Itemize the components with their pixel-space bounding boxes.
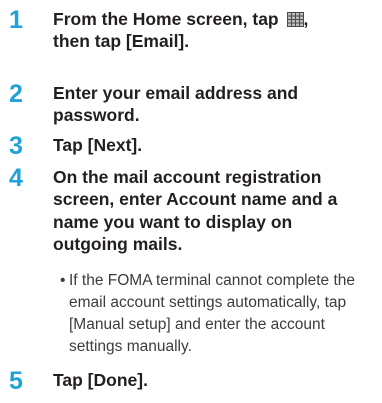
step-text: Tap [Done]. bbox=[53, 370, 148, 390]
note-bullet: • bbox=[60, 272, 66, 289]
step-number: 2 bbox=[9, 80, 23, 108]
step-text-line2: then tap [Email]. bbox=[53, 31, 190, 52]
manual-page: { "steps": [ { "number": "1", "text_befo… bbox=[0, 0, 382, 403]
step-number: 1 bbox=[9, 6, 23, 34]
app-grid-icon bbox=[286, 10, 304, 27]
step-number: 4 bbox=[9, 164, 23, 192]
step-number: 3 bbox=[9, 132, 23, 160]
step-note: • If the FOMA terminal cannot complete t… bbox=[60, 270, 382, 358]
step-text: Enter your email address and password. bbox=[53, 83, 299, 126]
step-text: From the Home screen, tap , then tap [Em… bbox=[53, 8, 379, 53]
step-text-part: From the Home screen, tap bbox=[53, 9, 279, 29]
step-text: On the mail account registration screen,… bbox=[53, 167, 338, 255]
step-number: 5 bbox=[9, 367, 23, 395]
note-text: If the FOMA terminal cannot complete the… bbox=[69, 272, 356, 355]
step-text-comma: , bbox=[303, 9, 309, 29]
step-text: Tap [Next]. bbox=[53, 135, 143, 155]
